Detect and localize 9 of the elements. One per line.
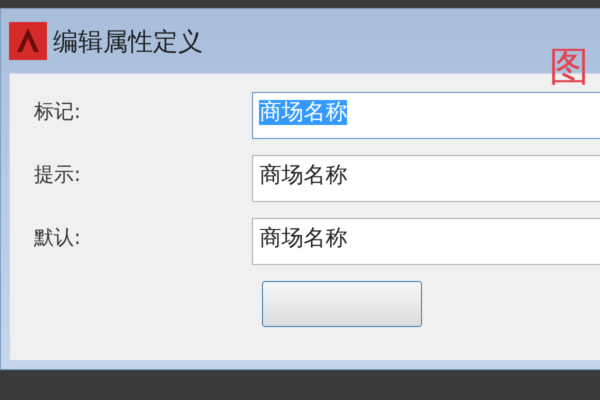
- field-label: 标记:: [33, 98, 82, 125]
- app-logo-icon: [9, 22, 47, 60]
- text-field[interactable]: 商场名称: [252, 155, 600, 202]
- window-title: 编辑属性定义: [53, 26, 203, 58]
- ok-button[interactable]: [262, 281, 422, 327]
- text-field[interactable]: 商场名称: [252, 218, 600, 265]
- field-label: 提示:: [33, 161, 82, 188]
- field-label: 默认:: [33, 224, 82, 251]
- figure-label: 图: [549, 43, 589, 92]
